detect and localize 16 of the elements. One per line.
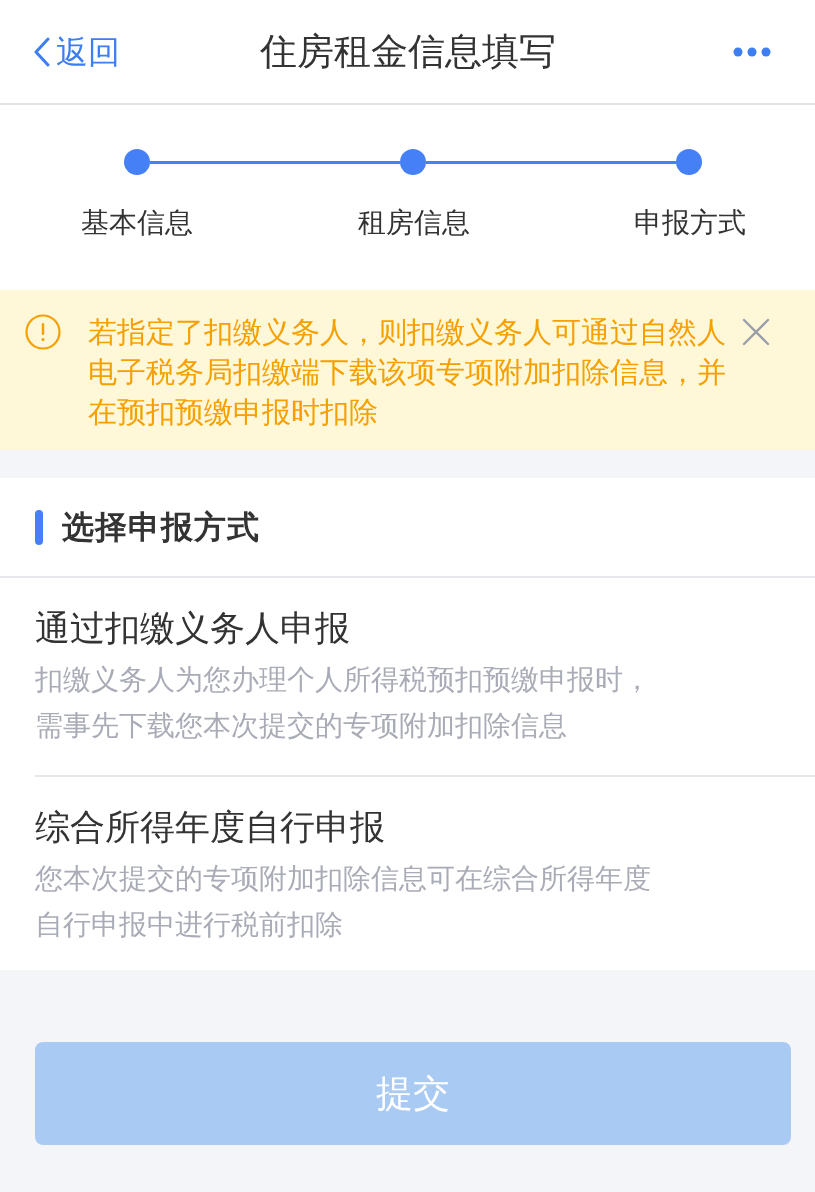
- page-title: 住房租金信息填写: [259, 28, 556, 75]
- option-description: 扣缴义务人为您办理个人所得税预扣预缴申报时，需事先下载您本次提交的专项附加扣除信息: [35, 662, 652, 744]
- section-title: 选择申报方式: [62, 507, 260, 547]
- option-description: 您本次提交的专项附加扣除信息可在综合所得年度自行申报中进行税前扣除: [35, 861, 652, 943]
- close-icon[interactable]: [742, 318, 770, 346]
- step-label: 申报方式: [633, 205, 747, 241]
- more-icon[interactable]: [733, 46, 771, 57]
- step-label: 基本信息: [80, 205, 194, 241]
- option-title[interactable]: 通过扣缴义务人申报: [35, 603, 350, 653]
- chevron-left-icon: [34, 36, 50, 67]
- alert-circle-icon: [25, 314, 61, 350]
- option-title[interactable]: 综合所得年度自行申报: [35, 802, 385, 852]
- back-button[interactable]: 返回: [34, 31, 120, 72]
- section-accent-bar: [35, 509, 43, 545]
- step-label: 租房信息: [356, 205, 471, 241]
- notice-text: 若指定了扣缴义务人，则扣缴义务人可通过自然人电子税务局扣缴端下载该项专项附加扣除信息，并在预扣预缴申报时扣除: [88, 314, 727, 431]
